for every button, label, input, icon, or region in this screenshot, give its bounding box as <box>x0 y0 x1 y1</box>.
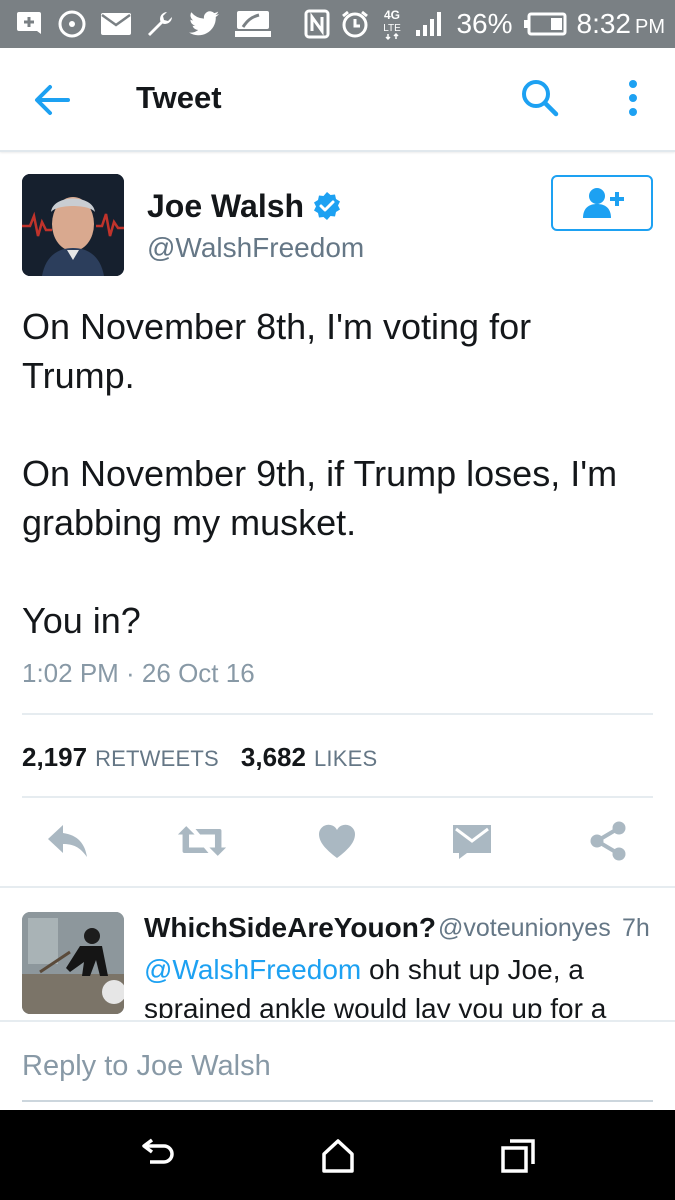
nav-recents-button[interactable] <box>494 1132 542 1180</box>
reply-avatar[interactable] <box>22 912 124 1014</box>
nav-home-button[interactable] <box>314 1132 362 1180</box>
svg-text:LTE: LTE <box>384 23 402 34</box>
reply-tweet[interactable]: WhichSideAreYouon? @voteunionyes 7h @Wal… <box>0 900 675 1018</box>
email-notification-icon <box>100 11 132 37</box>
search-icon <box>522 80 559 117</box>
clock-notification-icon <box>57 9 87 39</box>
signal-icon <box>414 10 446 38</box>
reply-author-name[interactable]: WhichSideAreYouon? <box>144 912 436 944</box>
clock: 8:32 PM <box>576 8 666 39</box>
battery-percent: 36% <box>456 8 513 39</box>
reply-compose-bar <box>0 1020 675 1110</box>
divider <box>0 886 675 888</box>
lte-icon: 4G LTE <box>380 7 404 41</box>
reply-icon <box>48 825 87 857</box>
page-title: Tweet <box>136 80 222 115</box>
alarm-icon <box>340 9 370 39</box>
nfc-icon <box>304 9 330 39</box>
home-nav-icon <box>322 1139 354 1173</box>
envelope-icon <box>453 825 491 859</box>
author-avatar[interactable] <box>22 174 124 276</box>
svg-text:4G: 4G <box>384 8 400 22</box>
tweet-actions <box>0 816 675 872</box>
divider <box>22 796 653 798</box>
mention-link[interactable]: @WalshFreedom <box>144 954 361 985</box>
plus-notification-icon <box>14 9 44 39</box>
follow-user-icon <box>583 188 624 218</box>
reply-text: @WalshFreedom oh shut up Joe, a sprained… <box>144 954 607 1018</box>
like-button[interactable] <box>312 816 362 866</box>
search-button[interactable] <box>518 76 562 120</box>
divider <box>22 713 653 715</box>
mlb-notification-icon <box>233 9 273 39</box>
arrow-left-icon <box>35 85 70 115</box>
verified-badge-icon <box>312 191 342 221</box>
retweet-button[interactable] <box>177 816 227 866</box>
battery-icon <box>523 12 567 36</box>
more-vertical-icon <box>629 80 637 116</box>
share-button[interactable] <box>583 816 633 866</box>
retweet-icon <box>177 826 227 856</box>
direct-message-button[interactable] <box>447 816 497 866</box>
app-bar: Tweet <box>0 48 675 152</box>
share-icon <box>590 821 626 861</box>
back-nav-icon <box>142 1138 174 1164</box>
reply-input[interactable] <box>22 1050 653 1083</box>
author-handle[interactable]: @WalshFreedom <box>147 232 364 264</box>
tweet-timestamp: 1:02 PM · 26 Oct 16 <box>22 658 255 688</box>
back-button[interactable] <box>30 78 74 122</box>
twitter-notification-icon <box>188 10 220 38</box>
tweet-text: On November 8th, I'm voting for Trump. O… <box>22 306 618 641</box>
reply-author-handle[interactable]: @voteunionyes <box>438 914 611 943</box>
reply-button[interactable] <box>43 816 93 866</box>
more-options-button[interactable] <box>616 76 650 120</box>
input-underline <box>22 1100 653 1102</box>
system-indicators: 4G LTE 36% 8:32 PM <box>304 0 665 48</box>
likes-stat[interactable]: 3,682 LIKES <box>241 742 377 773</box>
nav-back-button[interactable] <box>134 1132 182 1180</box>
wrench-notification-icon <box>145 9 175 39</box>
status-bar: 4G LTE 36% 8:32 PM <box>0 0 675 48</box>
tweet-stats: 2,197 RETWEETS 3,682 LIKES <box>22 742 377 774</box>
system-nav-bar <box>0 1110 675 1200</box>
author-name[interactable]: Joe Walsh <box>147 188 304 225</box>
recents-nav-icon <box>501 1139 535 1173</box>
reply-time: 7h <box>622 914 650 942</box>
heart-icon <box>319 824 355 858</box>
follow-button[interactable] <box>551 175 653 231</box>
notification-icons <box>14 0 273 48</box>
retweets-stat[interactable]: 2,197 RETWEETS <box>22 742 219 773</box>
